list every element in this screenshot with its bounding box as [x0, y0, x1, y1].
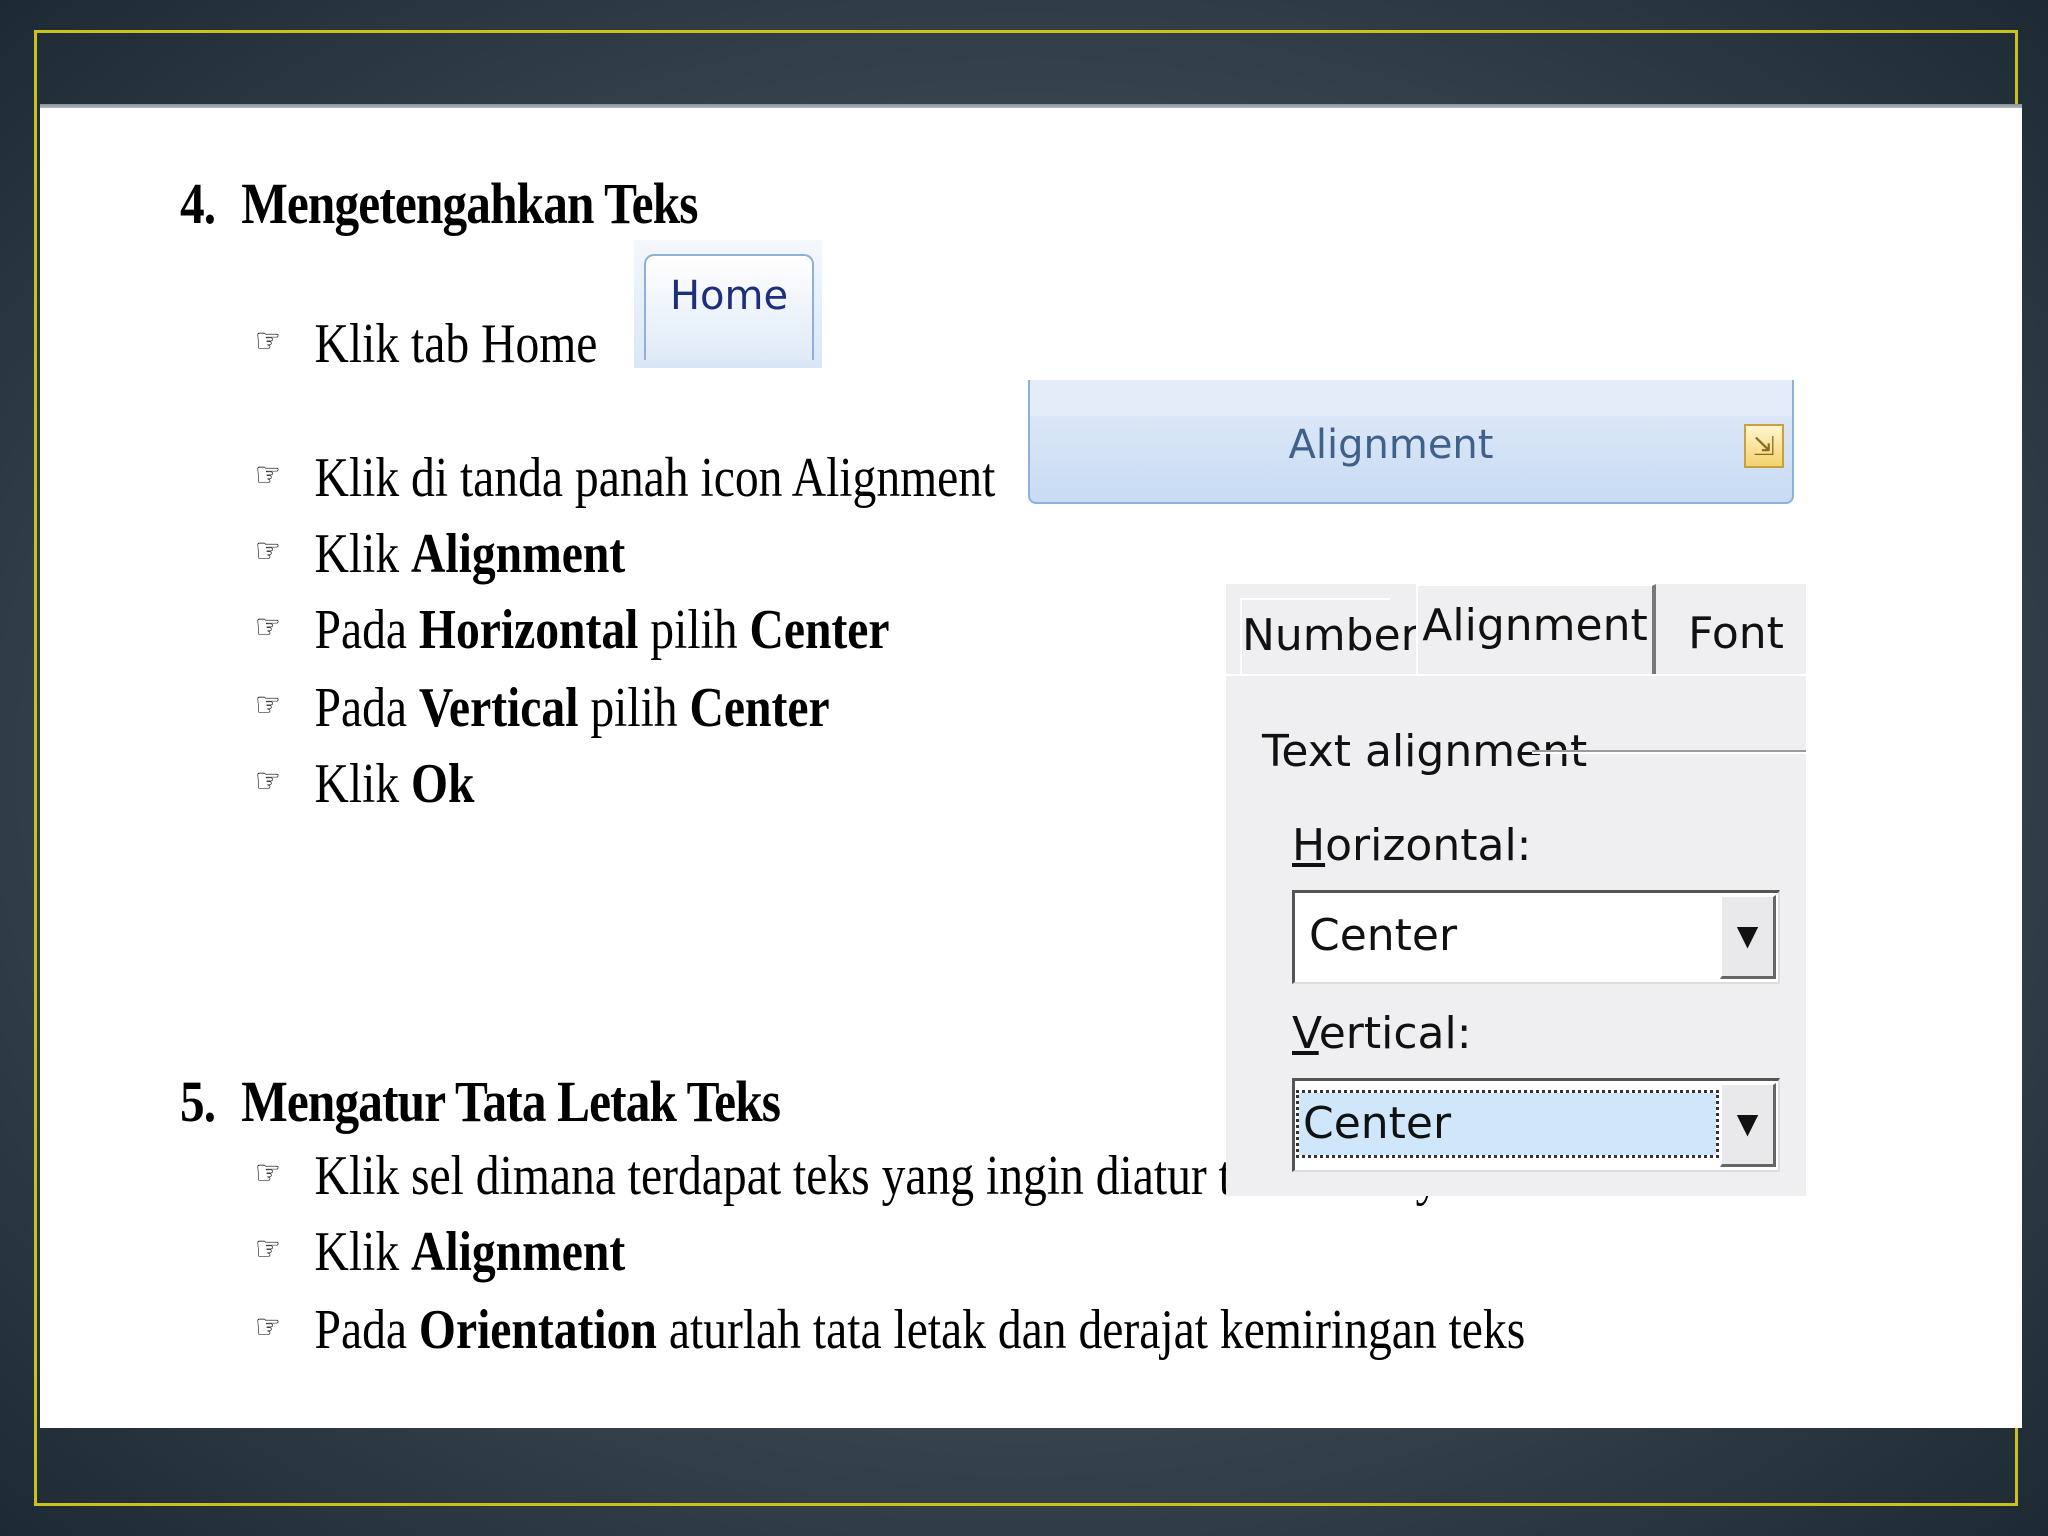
step-item: ☞ Klik Alignment	[255, 522, 625, 586]
access-key: V	[1292, 1008, 1319, 1059]
step-text: Klik	[314, 523, 412, 585]
label-text: ertical:	[1318, 1008, 1472, 1059]
step-text: Klik	[314, 1221, 412, 1283]
pointing-hand-icon: ☞	[255, 455, 281, 495]
step-item: ☞ Pada Vertical pilih Center	[255, 676, 830, 740]
dialog-launcher-icon[interactable]: ⇲	[1744, 424, 1784, 468]
format-cells-dialog-screenshot: Number Alignment Font Text alignment Hor…	[1226, 584, 1806, 1196]
step-text: Klik	[314, 753, 412, 815]
step-text: Pada	[314, 677, 419, 739]
chevron-down-icon[interactable]: ▼	[1720, 895, 1776, 979]
vertical-select-value: Center	[1296, 1090, 1719, 1158]
step-item: ☞ Klik tab Home	[255, 312, 597, 376]
tab-divider	[1226, 674, 1806, 676]
horizontal-select-value: Center	[1309, 910, 1458, 961]
pointing-hand-icon: ☞	[255, 761, 281, 801]
tab-number[interactable]: Number	[1240, 598, 1419, 676]
step-bold-text: Center	[749, 599, 890, 661]
step-item: ☞ Klik Ok	[255, 752, 475, 816]
step-bold-text: Horizontal	[418, 599, 639, 661]
pointing-hand-icon: ☞	[255, 1229, 281, 1269]
step-item: ☞ Klik di tanda panah icon Alignment	[255, 446, 995, 510]
tab-font[interactable]: Font	[1666, 598, 1806, 676]
pointing-hand-icon: ☞	[255, 531, 281, 571]
step-text: aturlah tata letak dan derajat kemiringa…	[656, 1299, 1526, 1361]
access-key: H	[1292, 820, 1326, 871]
section-title: Mengetengahkan Teks	[241, 171, 698, 236]
section-number: 4.	[180, 171, 216, 236]
step-bold-text: Orientation	[418, 1299, 657, 1361]
step-text: Klik di tanda panah icon Alignment	[314, 447, 996, 509]
step-item: ☞ Pada Horizontal pilih Center	[255, 598, 890, 662]
section-divider	[1532, 750, 1806, 752]
pointing-hand-icon: ☞	[255, 685, 281, 725]
step-item: ☞ Pada Orientation aturlah tata letak dan…	[255, 1298, 1525, 1362]
vertical-label: Vertical:	[1292, 1008, 1472, 1059]
pointing-hand-icon: ☞	[255, 321, 281, 361]
step-text: Pada	[314, 599, 419, 661]
home-tab[interactable]: Home	[644, 254, 814, 360]
label-text: orizontal:	[1325, 820, 1532, 871]
pointing-hand-icon: ☞	[255, 1153, 281, 1193]
horizontal-label: Horizontal:	[1292, 820, 1532, 871]
step-bold-text: Alignment	[411, 523, 626, 585]
tab-alignment[interactable]: Alignment	[1416, 584, 1656, 676]
alignment-group-label: Alignment	[1288, 422, 1494, 468]
horizontal-select[interactable]: Center ▼	[1292, 890, 1780, 984]
step-bold-text: Alignment	[411, 1221, 626, 1283]
step-text: Pada	[314, 1299, 419, 1361]
section-5-heading: 5. Mengatur Tata Letak Teks	[180, 1068, 781, 1135]
vertical-select[interactable]: Center ▼	[1292, 1078, 1780, 1172]
section-4-heading: 4. Mengetengahkan Teks	[180, 170, 698, 237]
section-title: Mengatur Tata Letak Teks	[241, 1069, 781, 1134]
step-bold-text: Vertical	[418, 677, 579, 739]
section-number: 5.	[180, 1069, 216, 1134]
step-text: Klik tab Home	[314, 313, 598, 375]
pointing-hand-icon: ☞	[255, 1307, 281, 1347]
step-bold-text: Ok	[411, 753, 475, 815]
dialog-tab-strip: Number Alignment Font	[1226, 584, 1806, 676]
step-item: ☞ Klik Alignment	[255, 1220, 625, 1284]
step-text: pilih	[578, 677, 690, 739]
ribbon-top-band	[1030, 380, 1792, 416]
step-text: pilih	[638, 599, 750, 661]
alignment-group-screenshot: Alignment ⇲	[1028, 380, 1794, 504]
step-bold-text: Center	[689, 677, 830, 739]
pointing-hand-icon: ☞	[255, 607, 281, 647]
chevron-down-icon[interactable]: ▼	[1720, 1083, 1776, 1167]
home-tab-screenshot: Home	[634, 240, 822, 368]
